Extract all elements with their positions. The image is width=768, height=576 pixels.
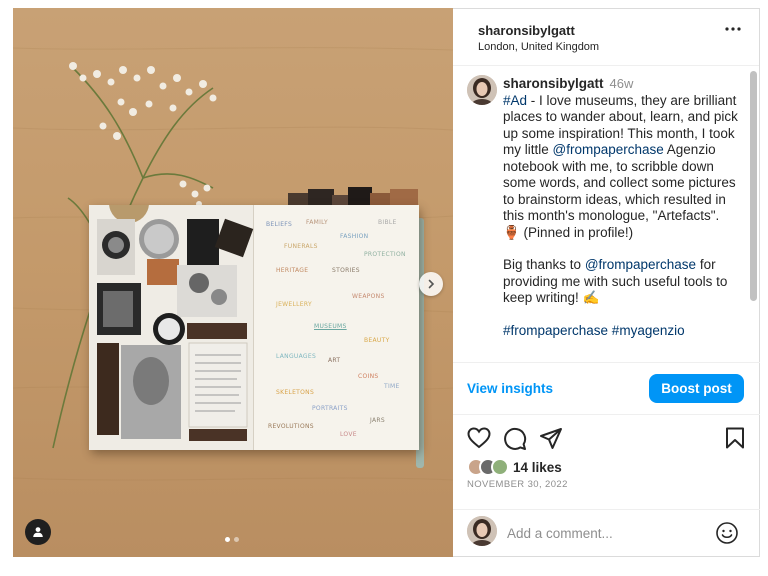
notebook-word: BELIEFS (266, 221, 293, 228)
notebook-word: ART (328, 357, 341, 364)
notebook-word: STORIES (332, 267, 360, 274)
emoji-icon[interactable] (715, 521, 739, 545)
caption-area: sharonsibylgatt 46w #Ad - I love museums,… (453, 67, 760, 363)
notebook-word: MUSEUMS (314, 323, 347, 330)
carousel-indicator (225, 537, 239, 542)
notebook-word: BEAUTY (364, 337, 390, 344)
word-page: BELIEFS FAMILY BIBLE FUNERALS FASHION PR… (254, 205, 419, 450)
view-insights-link[interactable]: View insights (467, 381, 553, 396)
ad-hashtag[interactable]: #Ad (503, 93, 527, 108)
share-icon[interactable] (539, 427, 563, 451)
next-photo-button[interactable] (419, 272, 443, 296)
carousel-dot-active (225, 537, 230, 542)
caption-scrollbar[interactable] (750, 71, 757, 301)
user-tag-icon (33, 527, 43, 537)
caption-part: Big thanks to (503, 257, 585, 272)
notebook-word: JEWELLERY (276, 301, 312, 308)
notebook-word: PORTRAITS (312, 405, 348, 412)
notebook-word: LANGUAGES (276, 353, 317, 360)
post-side-panel: sharonsibylgatt London, United Kingdom s… (453, 8, 760, 557)
likes-row: 14 likes (467, 458, 562, 476)
caption-timestamp[interactable]: 46w (610, 76, 634, 91)
notebook-word: JARS (370, 417, 385, 424)
header-username[interactable]: sharonsibylgatt (478, 23, 759, 38)
collage-page (89, 183, 254, 450)
caption-username[interactable]: sharonsibylgatt (503, 76, 604, 91)
post-header: sharonsibylgatt London, United Kingdom (453, 9, 759, 66)
notebook-word: FAMILY (306, 219, 328, 226)
next-arrow-icon (428, 279, 435, 289)
comment-input[interactable] (507, 523, 707, 543)
liker-avatar (491, 458, 509, 476)
avatar (467, 516, 497, 546)
notebook-word: TIME (384, 383, 400, 390)
notebook-word: WEAPONS (352, 293, 385, 300)
save-bookmark-icon[interactable] (725, 427, 745, 449)
more-options-icon[interactable] (725, 27, 741, 31)
notebook-word: SKELETONS (276, 389, 315, 396)
notebook: BELIEFS FAMILY BIBLE FUNERALS FASHION PR… (89, 183, 419, 450)
notebook-word: FUNERALS (284, 243, 318, 250)
caption-text: sharonsibylgatt 46w #Ad - I love museums,… (503, 76, 739, 339)
tagged-users-button[interactable] (25, 519, 51, 545)
mention-link[interactable]: @frompaperchase (553, 142, 664, 157)
notebook-word: COINS (358, 373, 379, 380)
post-photo[interactable]: BELIEFS FAMILY BIBLE FUNERALS FASHION PR… (13, 8, 453, 557)
like-heart-icon[interactable] (467, 427, 491, 449)
insights-row: View insights Boost post (453, 363, 760, 415)
notebook-word: PROTECTION (364, 251, 406, 258)
action-bar (467, 427, 747, 453)
post-date: NOVEMBER 30, 2022 (467, 479, 568, 490)
notebook-word: REVOLUTIONS (268, 423, 314, 430)
mention-link[interactable]: @frompaperchase (585, 257, 696, 272)
boost-post-button[interactable]: Boost post (649, 374, 744, 403)
likes-count[interactable]: 14 likes (513, 460, 562, 475)
comment-icon[interactable] (503, 427, 527, 451)
notebook-word: HERITAGE (276, 267, 309, 274)
comment-row (453, 509, 760, 557)
carousel-dot (234, 537, 239, 542)
notebook-word: LOVE (340, 431, 357, 438)
header-location[interactable]: London, United Kingdom (478, 41, 759, 53)
notebook-word: FASHION (340, 233, 369, 240)
notebook-word: BIBLE (378, 219, 397, 226)
avatar[interactable] (467, 75, 497, 105)
hashtag-links[interactable]: #frompaperchase #myagenzio (503, 323, 685, 338)
